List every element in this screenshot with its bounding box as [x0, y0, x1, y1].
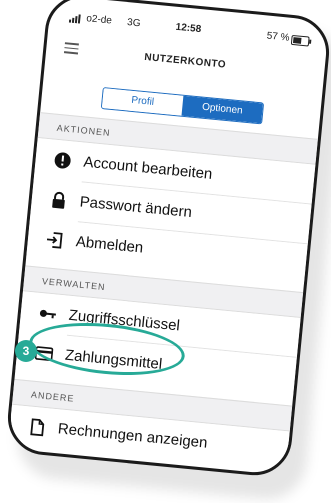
page-title: NUTZERKONTO	[143, 51, 227, 71]
battery-icon	[290, 34, 310, 47]
menu-item-label: Rechnungen anzeigen	[57, 420, 209, 452]
section-label: AKTIONEN	[56, 122, 112, 138]
menu-item-label: Account bearbeiten	[82, 153, 214, 183]
menu-item-label: Passwort ändern	[78, 193, 193, 222]
document-icon	[30, 418, 45, 437]
lock-icon	[52, 191, 65, 209]
logout-icon	[46, 232, 63, 249]
key-icon	[39, 309, 56, 319]
tab-optionen[interactable]: Optionen	[181, 95, 264, 124]
tab-profil[interactable]: Profil	[101, 88, 184, 116]
section-label: ANDERE	[30, 389, 75, 404]
section-label: VERWALTEN	[41, 276, 107, 293]
menu-item-label: Abmelden	[75, 233, 144, 257]
account-alert-icon	[54, 152, 71, 169]
callout-number-badge: 3	[15, 340, 37, 362]
segmented-control: Profil Optionen	[100, 87, 265, 125]
phone-frame: o2-de 3G 12:58 57 % NUTZERKONTO Profil O…	[4, 0, 331, 479]
battery-percent: 57 %	[266, 30, 290, 44]
